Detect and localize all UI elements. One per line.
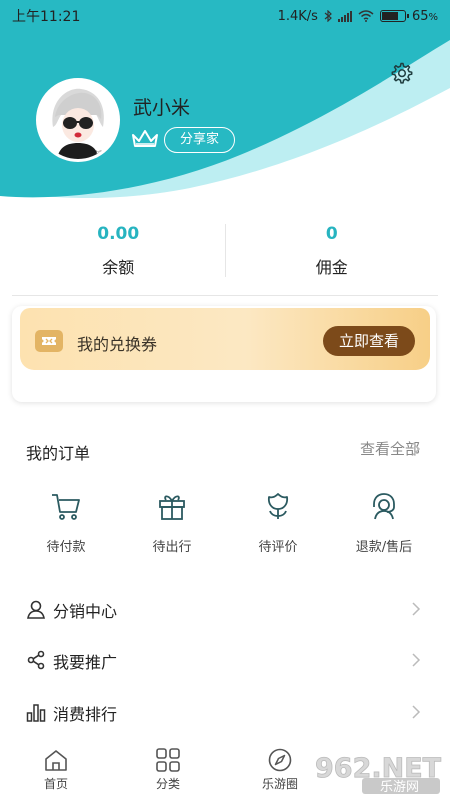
menu-item-label: 我要推广 — [53, 653, 118, 672]
order-status-row: 待付款 待出行 待评价 退款/售后 — [0, 490, 450, 555]
order-refund[interactable]: 退款/售后 — [331, 490, 437, 555]
tab-category-label: 分类 — [155, 777, 180, 791]
tab-category[interactable]: 分类 — [112, 740, 224, 800]
tulip-icon — [267, 493, 289, 519]
balance-stat[interactable]: 0.00 余额 — [12, 218, 225, 295]
avatar-illustration: bfi — [39, 81, 117, 159]
bluetooth-icon — [324, 10, 332, 22]
tab-home[interactable]: 首页 — [0, 740, 112, 800]
role-badge: 分享家 — [164, 127, 236, 153]
share-icon — [27, 650, 45, 670]
compass-icon — [268, 748, 292, 772]
wifi-icon — [358, 10, 374, 22]
ticket-icon — [35, 330, 63, 352]
commission-value: 0 — [325, 224, 338, 244]
cart-icon — [52, 494, 80, 520]
chevron-right-icon — [412, 705, 421, 719]
order-pending-review[interactable]: 待评价 — [225, 490, 331, 555]
status-time: 上午11:21 — [12, 9, 81, 25]
crown-icon — [132, 130, 158, 147]
orders-title: 我的订单 — [26, 444, 91, 463]
battery-percent: 65 — [411, 8, 429, 24]
order-pending-review-label: 待评价 — [258, 540, 298, 555]
order-pending-travel[interactable]: 待出行 — [119, 490, 225, 555]
site-watermark: 962.NET 乐游网 — [310, 747, 445, 795]
gear-icon[interactable] — [389, 61, 413, 85]
voucher-label: 我的兑换券 — [77, 335, 158, 354]
commission-label: 佣金 — [315, 258, 348, 277]
signal-icon — [337, 10, 352, 22]
menu-item-distribution[interactable]: 分销中心 — [0, 589, 450, 629]
chevron-right-icon — [412, 602, 421, 616]
account-stats: 0.00 余额 0 佣金 — [12, 218, 438, 296]
balance-label: 余额 — [102, 258, 135, 277]
menu-item-label: 消费排行 — [53, 705, 118, 724]
menu-item-label: 分销中心 — [53, 602, 118, 621]
headset-icon — [373, 493, 395, 520]
home-icon — [45, 750, 67, 771]
user-name: 武小米 — [133, 97, 191, 119]
chevron-right-icon[interactable] — [411, 441, 421, 457]
order-refund-label: 退款/售后 — [355, 540, 413, 555]
order-pending-payment-label: 待付款 — [46, 540, 86, 555]
menu-item-ranking[interactable]: 消费排行 — [0, 692, 450, 732]
battery-icon — [379, 10, 409, 22]
chevron-right-icon — [412, 653, 421, 667]
watermark-sub: 乐游网 — [380, 780, 419, 795]
gift-icon — [159, 495, 185, 520]
bar-chart-icon — [26, 704, 46, 722]
order-pending-payment[interactable]: 待付款 — [13, 490, 119, 555]
balance-value: 0.00 — [97, 224, 140, 244]
grid-icon — [156, 748, 180, 772]
avatar[interactable]: bfi — [36, 78, 120, 162]
commission-stat[interactable]: 0 佣金 — [226, 218, 439, 295]
view-voucher-button[interactable]: 立即查看 — [323, 326, 415, 356]
tab-home-label: 首页 — [43, 777, 68, 791]
status-bar: 上午11:21 1.4K/s 65% — [0, 0, 450, 32]
order-pending-travel-label: 待出行 — [152, 540, 192, 555]
menu-item-promote[interactable]: 我要推广 — [0, 640, 450, 680]
network-speed: 1.4K/s — [277, 8, 318, 24]
profile-screen: 上午11:21 1.4K/s 65% bfi 武小米 分享家 0.00 余额 0… — [0, 0, 450, 800]
user-icon — [27, 600, 45, 619]
